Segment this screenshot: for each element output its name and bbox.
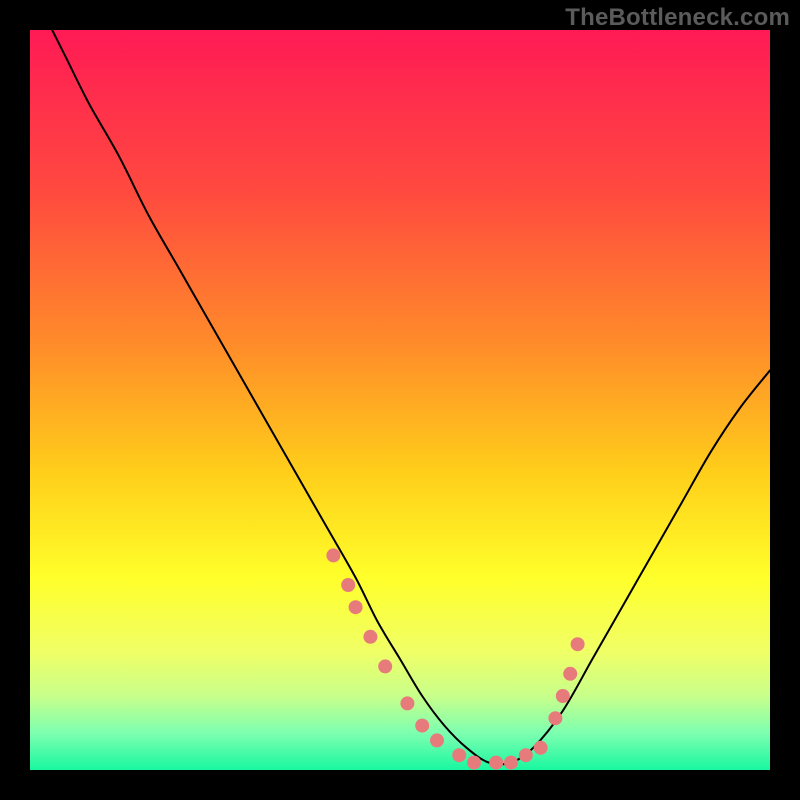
curve-dot xyxy=(563,667,577,681)
curve-dot xyxy=(467,756,481,770)
curve-dot xyxy=(489,756,503,770)
curve-dot xyxy=(452,748,466,762)
plot-area xyxy=(30,30,770,770)
curve-dot xyxy=(534,741,548,755)
watermark-text: TheBottleneck.com xyxy=(565,4,790,32)
curve-dot xyxy=(548,711,562,725)
curve-dot xyxy=(571,637,585,651)
curve-dot xyxy=(556,689,570,703)
curve-dot xyxy=(326,548,340,562)
curve-dot xyxy=(363,630,377,644)
curve-dot xyxy=(341,578,355,592)
curve-dot xyxy=(415,719,429,733)
curve-dot xyxy=(504,756,518,770)
chart-frame: TheBottleneck.com xyxy=(0,0,800,800)
curve-dot xyxy=(349,600,363,614)
curve-dot xyxy=(378,659,392,673)
curve-dot xyxy=(519,748,533,762)
curve-dot xyxy=(430,733,444,747)
curve-dot xyxy=(400,696,414,710)
bottleneck-chart xyxy=(30,30,770,770)
